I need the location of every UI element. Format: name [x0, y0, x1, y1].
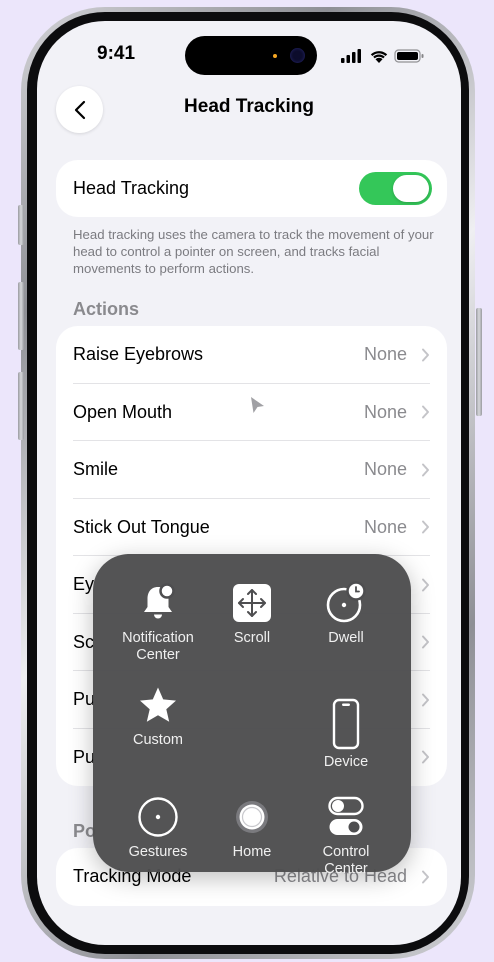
chevron-right-icon — [422, 520, 429, 534]
volume-down-button — [18, 372, 24, 440]
control-center-toggles-icon — [328, 796, 364, 835]
status-icons — [341, 49, 424, 63]
battery-icon — [394, 49, 424, 63]
row-label: Stick Out Tongue — [73, 516, 210, 537]
menu-item-scroll[interactable]: Scroll — [199, 580, 305, 647]
iphone-icon — [332, 698, 360, 750]
home-button-icon — [236, 801, 268, 833]
assistive-touch-menu: Notification Center Scroll Dwell Custom … — [93, 554, 411, 877]
screen: 9:41 Head Tracking Head Tracking Head tr… — [37, 21, 461, 945]
action-row-raise-eyebrows[interactable]: Raise Eyebrows None — [56, 326, 447, 384]
menu-item-custom[interactable]: Custom — [105, 682, 211, 749]
menu-item-home[interactable]: Home — [199, 794, 305, 861]
chevron-right-icon — [422, 405, 429, 419]
head-tracking-row: Head Tracking — [56, 160, 447, 217]
menu-item-device[interactable]: Device — [293, 698, 399, 771]
volume-up-button — [18, 282, 24, 350]
action-button — [18, 205, 24, 245]
menu-item-notification-center[interactable]: Notification Center — [105, 580, 211, 664]
privacy-indicator-dot — [273, 54, 277, 58]
chevron-right-icon — [422, 578, 429, 592]
chevron-right-icon — [422, 693, 429, 707]
head-tracking-toggle[interactable] — [359, 172, 432, 205]
status-time: 9:41 — [97, 43, 136, 64]
row-value: None — [363, 459, 407, 480]
menu-item-label: Dwell — [328, 630, 364, 646]
row-label: Open Mouth — [73, 401, 173, 422]
menu-item-label: Device — [323, 754, 369, 770]
chevron-right-icon — [422, 870, 429, 884]
row-value: None — [363, 516, 407, 537]
power-button — [476, 308, 482, 416]
pointer-cursor-icon — [251, 397, 264, 413]
menu-item-label: Home — [232, 844, 272, 860]
dwell-timer-icon — [326, 581, 366, 623]
head-tracking-toggle-group: Head Tracking — [56, 160, 447, 217]
head-tracking-description: Head tracking uses the camera to track t… — [73, 227, 434, 276]
bell-icon — [144, 583, 175, 619]
row-value: None — [363, 401, 407, 422]
row-label: Smile — [73, 459, 119, 480]
scroll-arrows-icon — [233, 584, 271, 622]
toggle-knob — [393, 175, 429, 202]
chevron-right-icon — [422, 463, 429, 477]
action-row-stick-out-tongue[interactable]: Stick Out Tongue None — [56, 499, 447, 556]
menu-item-label: Notification Center — [122, 630, 194, 663]
row-label: Raise Eyebrows — [73, 344, 204, 365]
menu-item-gestures[interactable]: Gestures — [105, 794, 211, 861]
dynamic-island — [185, 36, 317, 75]
chevron-right-icon — [422, 348, 429, 362]
chevron-right-icon — [422, 750, 429, 764]
actions-section-header: Actions — [73, 299, 140, 319]
menu-item-label: Gestures — [128, 844, 188, 860]
menu-item-label: Custom — [133, 732, 183, 748]
gesture-circle-icon — [138, 797, 178, 837]
star-icon — [140, 687, 176, 722]
front-camera — [290, 48, 305, 63]
page-title: Head Tracking — [184, 96, 314, 117]
action-row-smile[interactable]: Smile None — [56, 441, 447, 499]
menu-item-dwell[interactable]: Dwell — [293, 580, 399, 647]
chevron-right-icon — [422, 635, 429, 649]
menu-item-control-center[interactable]: Control Center — [293, 794, 399, 878]
cellular-signal-icon — [341, 49, 361, 63]
menu-item-label: Scroll — [233, 630, 271, 646]
menu-item-label: Control Center — [322, 844, 370, 877]
row-value: None — [363, 344, 407, 365]
wifi-icon — [370, 51, 388, 63]
